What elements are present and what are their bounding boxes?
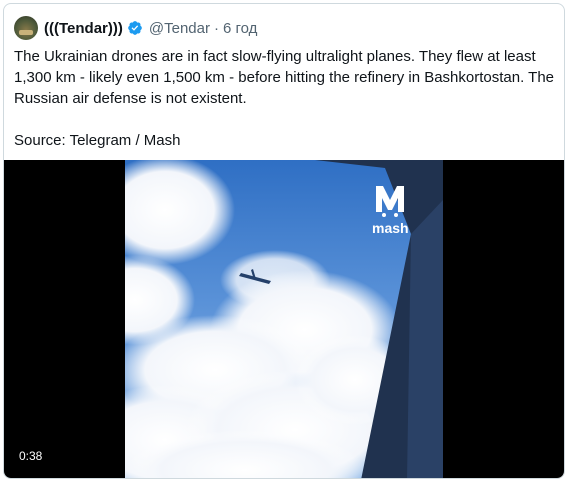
video-frame[interactable]: mash [125,160,443,479]
video-duration: 0:38 [15,448,47,464]
separator-dot: · [213,19,219,37]
tweet-text-line: The Ukrainian drones are in fact slow-fl… [14,48,536,65]
user-handle[interactable]: @Tendar [149,20,210,37]
tweet-header: (((Tendar))) @Tendar · 6 год [14,16,257,40]
mash-watermark: mash [372,220,409,236]
tweet-text-line: 1,300 km - likely even 1,500 km - before… [14,69,554,86]
avatar[interactable] [14,16,38,40]
video-player[interactable]: mash 0:38 [4,160,564,479]
source-line: Source: Telegram / Mash [14,132,181,149]
display-name[interactable]: (((Tendar))) [44,20,123,37]
tweet-text: The Ukrainian drones are in fact slow-fl… [14,46,559,151]
timestamp[interactable]: 6 год [223,20,257,37]
tweet-text-line: Russian air defense is not existent. [14,90,247,107]
tweet-card[interactable]: (((Tendar))) @Tendar · 6 год The Ukraini… [3,3,565,479]
verified-badge-icon [128,21,142,35]
